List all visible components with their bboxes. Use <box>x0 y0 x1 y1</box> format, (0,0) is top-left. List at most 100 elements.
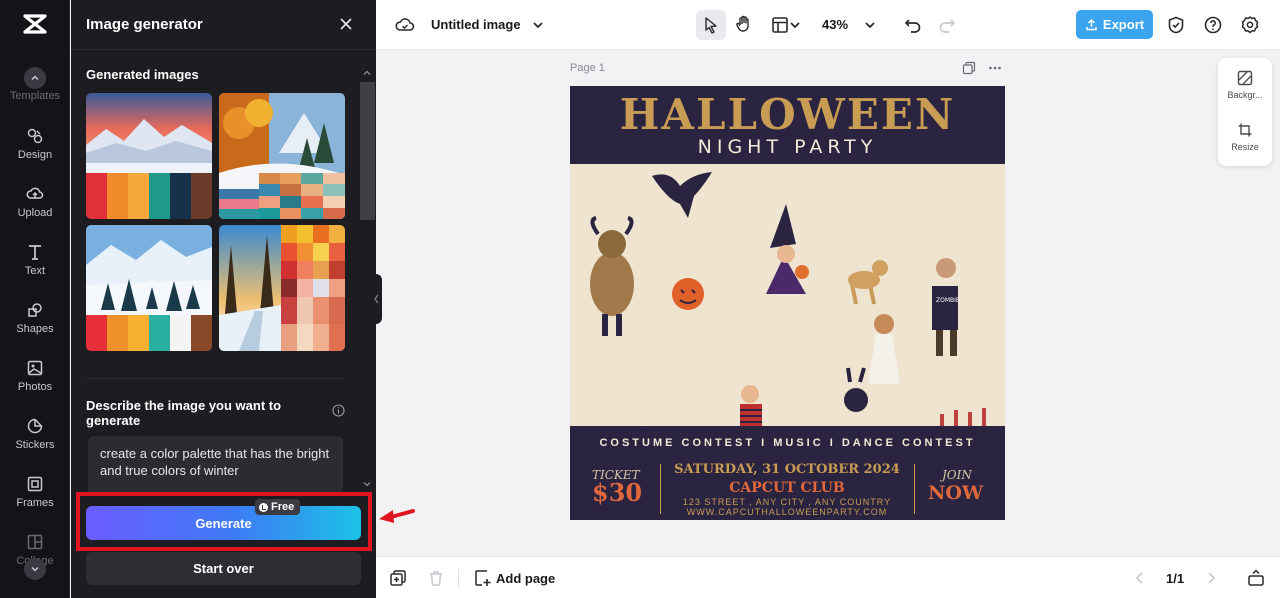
export-button[interactable]: Export <box>1076 10 1153 39</box>
generated-images-title: Generated images <box>86 67 199 82</box>
generated-image-2[interactable] <box>219 93 345 219</box>
generated-image-3[interactable] <box>86 225 212 351</box>
select-tool-button[interactable] <box>696 10 726 40</box>
poster-event-date[interactable]: SATURDAY, 31 OCTOBER 2024 <box>662 462 912 477</box>
chevron-left-icon[interactable] <box>1131 569 1149 587</box>
trash-icon[interactable] <box>427 569 445 587</box>
duplicate-page-icon[interactable] <box>962 61 976 75</box>
chevron-right-icon[interactable] <box>1202 569 1220 587</box>
rail-item-label: Design <box>17 149 53 161</box>
toolbar-divider <box>458 569 459 587</box>
hand-icon[interactable] <box>734 14 754 34</box>
zoom-level[interactable]: 43% <box>822 17 848 32</box>
poster-subtitle[interactable]: NIGHT PARTY <box>570 136 1005 158</box>
rail-item-design[interactable]: Design <box>0 127 70 179</box>
chevron-down-icon[interactable] <box>860 15 880 35</box>
svg-text:ZOMBIE: ZOMBIE <box>936 297 960 304</box>
poster-ticket-price[interactable]: $30 <box>592 478 642 507</box>
rail-item-label: Frames <box>16 497 54 509</box>
text-icon <box>29 245 41 260</box>
arrow-annotation-icon <box>379 509 415 523</box>
panel-header: Image generator <box>71 0 376 50</box>
sticker-icon <box>27 418 43 434</box>
layout-icon[interactable] <box>770 15 790 35</box>
frame-icon <box>27 476 43 492</box>
rail-item-upload[interactable]: Upload <box>0 185 70 237</box>
rail-scroll-down-button[interactable] <box>24 558 46 580</box>
chevron-down-icon <box>31 566 39 572</box>
chevron-left-icon <box>374 294 379 304</box>
highlight-annotation-box <box>76 492 372 551</box>
rail-scroll-up-button[interactable] <box>24 67 46 89</box>
help-icon[interactable] <box>1203 15 1223 35</box>
autumn-forest-palette-image <box>219 93 345 219</box>
rail-item-label: Stickers <box>15 439 55 451</box>
more-options-icon[interactable] <box>988 61 1002 75</box>
poster-join-now[interactable]: NOW <box>928 482 983 504</box>
chevron-down-icon[interactable] <box>788 15 802 35</box>
page-panel-toggle-icon[interactable] <box>1247 569 1265 587</box>
background-button[interactable]: Backgr... <box>1218 70 1272 116</box>
chevron-down-icon[interactable] <box>528 15 548 35</box>
panel-divider <box>86 378 344 379</box>
bottom-toolbar: Add page 1/1 <box>376 556 1280 598</box>
chevron-up-icon[interactable] <box>362 68 372 78</box>
poster-illustration[interactable]: ZOMBIE <box>570 164 1005 505</box>
winter-road-palette-image <box>219 225 345 351</box>
chevron-down-icon[interactable] <box>362 479 372 489</box>
rail-item-photos[interactable]: Photos <box>0 359 70 411</box>
add-page-button[interactable]: Add page <box>496 571 555 586</box>
resize-label: Resize <box>1231 142 1259 152</box>
winter-sunset-palette-image <box>86 93 212 219</box>
rail-item-label: Photos <box>17 381 53 393</box>
panel-collapse-handle[interactable] <box>372 274 382 324</box>
collage-icon <box>27 534 43 550</box>
left-rail: Templates Design Upload Text Shapes Phot… <box>0 0 70 598</box>
poster-title[interactable]: HALLOWEEN <box>570 90 1005 139</box>
gear-icon[interactable] <box>1240 15 1260 35</box>
undo-icon[interactable] <box>903 15 923 35</box>
prompt-label: Describe the image you want to generate <box>86 398 282 428</box>
halloween-poster-canvas[interactable]: HALLOWEEN NIGHT PARTY ZOMBIE COSTUME CON… <box>570 86 1005 520</box>
poster-header: HALLOWEEN NIGHT PARTY <box>570 86 1005 164</box>
background-label: Backgr... <box>1227 90 1263 100</box>
poster-event-club[interactable]: CAPCUT CLUB <box>662 480 912 496</box>
photo-icon <box>27 360 43 376</box>
poster-website-line: WWW.CAPCUTHALLOWEENPARTY.COM <box>686 507 888 517</box>
rail-item-stickers[interactable]: Stickers <box>0 417 70 469</box>
poster-address-line: 123 STREET , ANY CITY , ANY COUNTRY <box>682 497 892 507</box>
panel-title: Image generator <box>86 16 203 33</box>
generated-image-4[interactable] <box>219 225 345 351</box>
cursor-icon <box>705 17 717 34</box>
rail-item-frames[interactable]: Frames <box>0 475 70 527</box>
page-manager-icon[interactable] <box>389 569 407 587</box>
background-icon <box>1237 70 1253 86</box>
poster-event-address[interactable]: 123 STREET , ANY CITY , ANY COUNTRY WWW.… <box>662 497 912 517</box>
export-label: Export <box>1102 17 1145 32</box>
generated-image-1[interactable] <box>86 93 212 219</box>
prompt-input[interactable]: create a color palette that has the brig… <box>88 436 343 494</box>
shapes-icon <box>28 303 42 317</box>
top-toolbar: Untitled image 43% Export <box>376 0 1280 50</box>
capcut-logo-icon[interactable] <box>22 13 48 35</box>
poster-footer: COSTUME CONTEST I MUSIC I DANCE CONTEST … <box>570 426 1005 520</box>
resize-button[interactable]: Resize <box>1218 122 1272 168</box>
poster-join-word[interactable]: JOIN <box>942 468 972 482</box>
redo-icon[interactable] <box>937 15 957 35</box>
resize-icon <box>1238 123 1252 137</box>
document-title[interactable]: Untitled image <box>431 17 521 32</box>
poster-contest-line[interactable]: COSTUME CONTEST I MUSIC I DANCE CONTEST <box>570 437 1005 449</box>
rail-item-shapes[interactable]: Shapes <box>0 301 70 353</box>
start-over-button[interactable]: Start over <box>86 552 361 585</box>
rail-item-text[interactable]: Text <box>0 243 70 295</box>
info-icon[interactable] <box>332 404 345 417</box>
add-page-icon[interactable] <box>474 569 492 587</box>
close-icon[interactable] <box>338 16 354 32</box>
start-over-label: Start over <box>193 561 254 576</box>
panel-scrollbar[interactable] <box>360 82 375 220</box>
page-counter: 1/1 <box>1166 571 1185 586</box>
page-label: Page 1 <box>570 62 605 74</box>
poster-divider-right <box>914 464 915 514</box>
cloud-save-icon[interactable] <box>395 15 415 35</box>
shield-icon[interactable] <box>1166 15 1186 35</box>
